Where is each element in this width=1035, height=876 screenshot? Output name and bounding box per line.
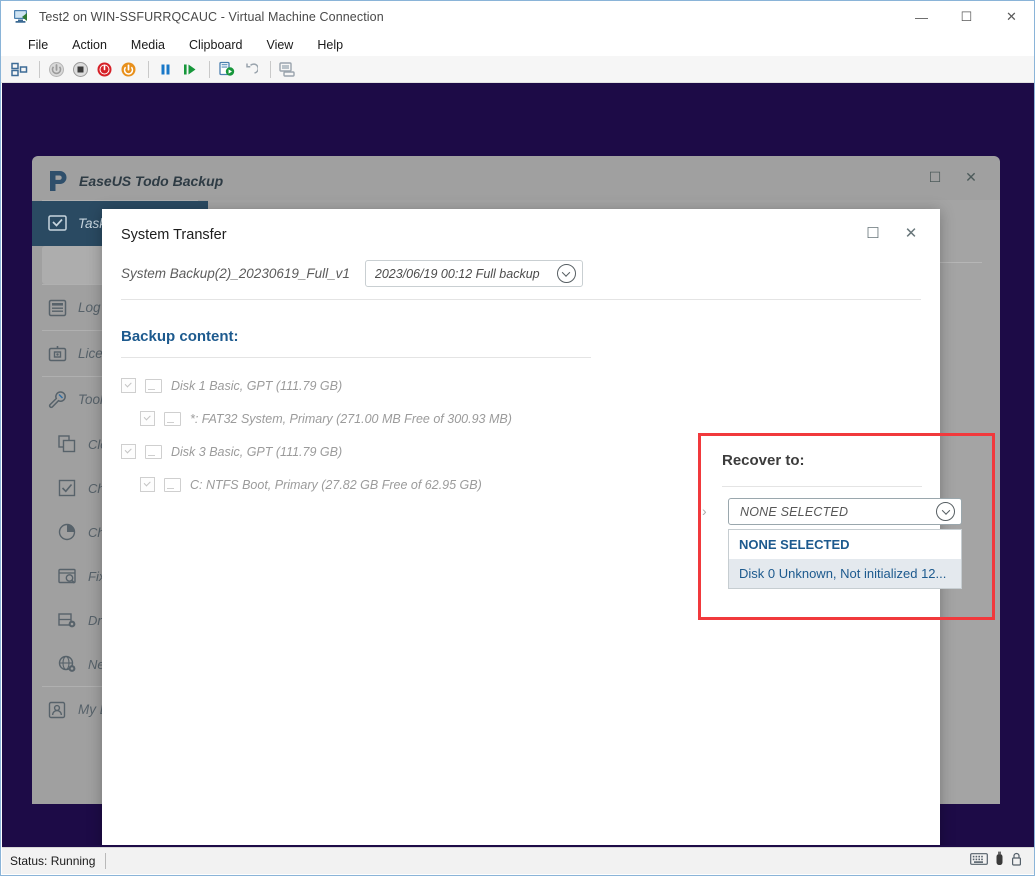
expand-chevron-right-icon[interactable]: › xyxy=(702,503,707,519)
tools-icon xyxy=(46,389,68,411)
checkbox-checked-icon[interactable] xyxy=(140,477,155,492)
vm-titlebar: Test2 on WIN-SSFURRQCAUC - Virtual Machi… xyxy=(1,1,1034,33)
menu-view[interactable]: View xyxy=(255,36,304,54)
dialog-close-button[interactable]: ✕ xyxy=(896,219,926,247)
tree-node-label: Disk 3 Basic, GPT (111.79 GB) xyxy=(171,445,342,459)
disk-icon xyxy=(145,379,162,393)
backup-content-tree: Disk 1 Basic, GPT (111.79 GB) *: FAT32 S… xyxy=(121,369,681,501)
tree-node-label: C: NTFS Boot, Primary (27.82 GB Free of … xyxy=(190,478,482,492)
checkpoint-icon[interactable] xyxy=(216,59,237,80)
tree-node[interactable]: C: NTFS Boot, Primary (27.82 GB Free of … xyxy=(121,468,681,501)
tree-node-label: *: FAT32 System, Primary (271.00 MB Free… xyxy=(190,412,512,426)
dialog-title: System Transfer xyxy=(121,227,227,243)
drive-tools-icon xyxy=(56,609,78,631)
shutdown-icon[interactable] xyxy=(46,59,67,80)
recover-to-dropdown[interactable]: NONE SELECTED xyxy=(728,498,962,525)
status-separator xyxy=(105,853,106,869)
backup-content-rule xyxy=(121,357,591,358)
maximize-button[interactable]: ☐ xyxy=(944,1,989,33)
app-close-button[interactable]: ✕ xyxy=(958,165,984,189)
menu-action[interactable]: Action xyxy=(61,36,118,54)
tree-node-label: Disk 1 Basic, GPT (111.79 GB) xyxy=(171,379,342,393)
log-icon xyxy=(46,297,68,319)
recover-to-heading: Recover to: xyxy=(722,452,805,469)
fix-boot-icon xyxy=(56,565,78,587)
status-label: Status: Running xyxy=(2,854,105,868)
vm-statusbar: Status: Running xyxy=(2,847,1034,874)
recover-to-option[interactable]: NONE SELECTED xyxy=(729,530,961,559)
vm-desktop: EaseUS Todo Backup ☐ ✕ Task xyxy=(2,83,1034,848)
start-icon[interactable] xyxy=(118,59,139,80)
toolbar-separator-3 xyxy=(209,61,210,78)
menu-media[interactable]: Media xyxy=(120,36,176,54)
tree-node[interactable]: Disk 1 Basic, GPT (111.79 GB) xyxy=(121,369,681,402)
pause-icon[interactable] xyxy=(155,59,176,80)
my-backups-icon xyxy=(46,699,68,721)
recover-to-option[interactable]: Disk 0 Unknown, Not initialized 12... xyxy=(729,559,961,588)
toolbar-separator-4 xyxy=(270,61,271,78)
app-brand-label: EaseUS Todo Backup xyxy=(79,173,223,189)
task-icon xyxy=(46,213,68,235)
disk-icon xyxy=(145,445,162,459)
status-icon-group xyxy=(970,851,1034,871)
tree-node[interactable]: Disk 3 Basic, GPT (111.79 GB) xyxy=(121,435,681,468)
vm-connection-icon xyxy=(12,9,30,25)
turn-off-icon[interactable] xyxy=(94,59,115,80)
easeus-logo-icon xyxy=(45,168,71,194)
minimize-button[interactable]: — xyxy=(899,1,944,33)
menu-help[interactable]: Help xyxy=(306,36,354,54)
backup-version-value: 2023/06/19 00:12 Full backup xyxy=(375,267,557,281)
backup-name-label: System Backup(2)_20230619_Full_v1 xyxy=(121,266,350,281)
app-titlebar: EaseUS Todo Backup ☐ ✕ xyxy=(32,156,1000,200)
partition-icon xyxy=(164,412,181,426)
toolbar-separator-2 xyxy=(148,61,149,78)
dialog-maximize-button[interactable]: ☐ xyxy=(858,219,888,247)
backup-content-heading: Backup content: xyxy=(121,328,239,345)
toolbar-separator xyxy=(39,61,40,78)
recover-to-selected-value: NONE SELECTED xyxy=(740,505,936,519)
usb-icon xyxy=(995,851,1004,871)
menu-file[interactable]: File xyxy=(17,36,59,54)
sidebar-item-label: Log xyxy=(78,300,101,315)
stop-icon[interactable] xyxy=(70,59,91,80)
checkbox-checked-icon[interactable] xyxy=(121,378,136,393)
enhanced-session-icon[interactable] xyxy=(277,59,298,80)
backup-selector-row: System Backup(2)_20230619_Full_v1 2023/0… xyxy=(121,260,583,287)
clone-icon xyxy=(56,433,78,455)
menu-clipboard[interactable]: Clipboard xyxy=(178,36,254,54)
checkbox-checked-icon[interactable] xyxy=(121,444,136,459)
system-transfer-dialog: System Transfer ☐ ✕ System Backup(2)_202… xyxy=(102,209,940,848)
chevron-down-icon xyxy=(936,502,955,521)
app-maximize-button[interactable]: ☐ xyxy=(922,165,948,189)
vm-window-title: Test2 on WIN-SSFURRQCAUC - Virtual Machi… xyxy=(39,10,384,24)
license-icon xyxy=(46,343,68,365)
dialog-header-rule xyxy=(121,299,921,300)
vm-menubar: File Action Media Clipboard View Help xyxy=(1,33,1034,56)
lock-icon xyxy=(1011,852,1022,871)
check-disk-icon xyxy=(56,521,78,543)
recover-to-options-list: NONE SELECTED Disk 0 Unknown, Not initia… xyxy=(728,529,962,589)
close-button[interactable]: ✕ xyxy=(989,1,1034,33)
screenshot-root: Test2 on WIN-SSFURRQCAUC - Virtual Machi… xyxy=(0,0,1035,876)
recover-to-rule xyxy=(722,486,922,487)
vm-toolbar xyxy=(1,56,1034,83)
keyboard-icon xyxy=(970,852,988,870)
check-image-icon xyxy=(56,477,78,499)
resume-icon[interactable] xyxy=(179,59,200,80)
network-icon xyxy=(56,653,78,675)
backup-version-dropdown[interactable]: 2023/06/19 00:12 Full backup xyxy=(365,260,583,287)
snapshot-icon[interactable] xyxy=(9,59,30,80)
checkbox-checked-icon[interactable] xyxy=(140,411,155,426)
chevron-down-icon xyxy=(557,264,576,283)
revert-icon[interactable] xyxy=(240,59,261,80)
vm-connection-window: Test2 on WIN-SSFURRQCAUC - Virtual Machi… xyxy=(0,0,1035,876)
tree-node[interactable]: *: FAT32 System, Primary (271.00 MB Free… xyxy=(121,402,681,435)
vm-window-controls: — ☐ ✕ xyxy=(899,1,1034,33)
partition-icon xyxy=(164,478,181,492)
